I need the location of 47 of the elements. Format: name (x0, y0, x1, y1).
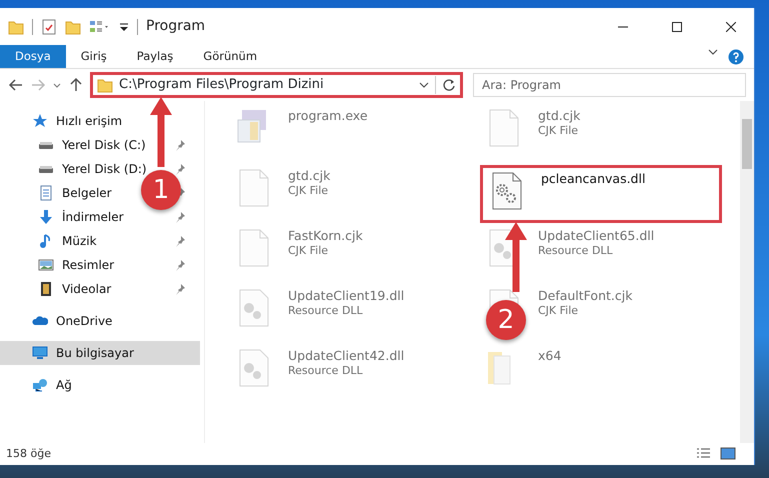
file-item[interactable]: pcleancanvas.dll (480, 165, 722, 223)
ribbon-tab[interactable]: Paylaş (122, 45, 188, 68)
ribbon-tab[interactable]: Görünüm (188, 45, 272, 68)
nav-item[interactable]: Ağ (0, 373, 200, 397)
nav-item[interactable]: Müzik (0, 229, 200, 253)
refresh-icon[interactable] (442, 78, 456, 92)
star-icon (32, 113, 48, 129)
picture-icon (38, 257, 54, 273)
item-count: 158 öğe (6, 446, 52, 462)
nav-item[interactable]: Resimler (0, 253, 200, 277)
close-icon (726, 22, 736, 32)
nav-item[interactable]: OneDrive (0, 309, 200, 333)
properties-icon[interactable] (41, 18, 57, 34)
address-bar[interactable]: C:\Program Files\Program Dizini (90, 72, 463, 98)
nav-item[interactable]: Hızlı erişim (0, 109, 200, 133)
window-title: Program (146, 17, 206, 36)
nav-item[interactable]: Yerel Disk (C:) (0, 133, 200, 157)
up-icon[interactable] (68, 77, 84, 93)
folder-icon (97, 77, 113, 93)
monitor-icon (32, 345, 48, 361)
view-menu-icon[interactable] (89, 18, 111, 34)
back-icon[interactable] (8, 77, 24, 93)
file-item[interactable]: UpdateClient19.dll Resource DLL (230, 285, 472, 343)
large-icons-view-icon[interactable] (720, 447, 736, 461)
file-item[interactable]: gtd.cjk CJK File (230, 165, 472, 223)
file-item[interactable]: program.exe (230, 105, 472, 163)
nav-item[interactable]: Bu bilgisayar (0, 341, 200, 365)
file-item[interactable]: gtd.cjk CJK File (480, 105, 722, 163)
network-icon (32, 377, 48, 393)
nav-item[interactable]: Videolar (0, 277, 200, 301)
document-icon (38, 185, 54, 201)
scrollbar-thumb[interactable] (742, 119, 752, 169)
film-icon (38, 281, 54, 297)
customize-dropdown-icon[interactable] (119, 20, 129, 32)
callout-arrow (505, 222, 527, 294)
callout-arrow (150, 97, 172, 169)
file-item[interactable]: FastKorn.cjk CJK File (230, 225, 472, 283)
help-icon[interactable] (728, 49, 744, 65)
maximize-icon (672, 22, 682, 32)
scrollbar[interactable] (740, 101, 754, 443)
ribbon-tab[interactable]: Dosya (0, 45, 66, 68)
download-icon (38, 209, 54, 225)
file-item[interactable]: UpdateClient42.dll Resource DLL (230, 345, 472, 403)
ribbon-tab[interactable]: Giriş (66, 45, 122, 68)
search-field[interactable]: Ara: Program (473, 73, 746, 97)
file-item[interactable]: x64 (480, 345, 722, 403)
dropdown-icon[interactable] (419, 80, 429, 90)
